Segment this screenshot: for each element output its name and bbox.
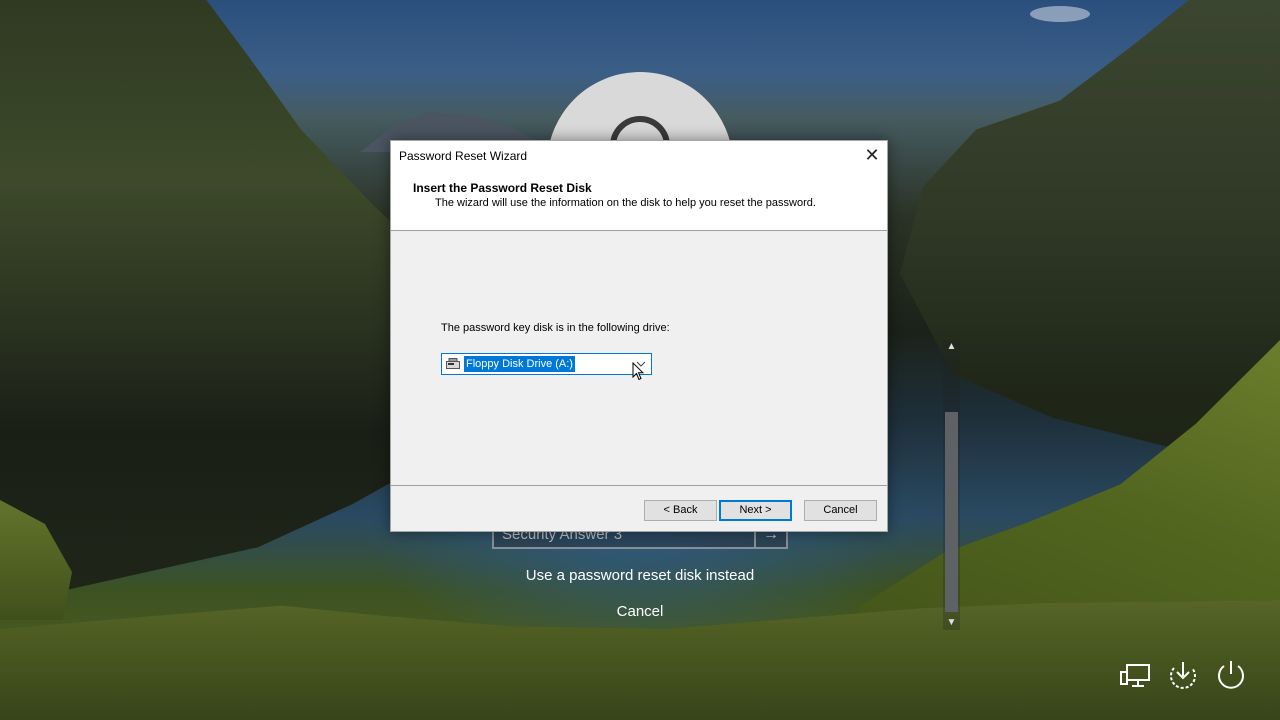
back-button[interactable]: < Back (644, 500, 717, 521)
wizard-footer: < Back Next > Cancel (391, 485, 887, 531)
login-scrollbar[interactable]: ▲ ▼ (943, 340, 960, 630)
reset-disk-link[interactable]: Use a password reset disk instead (0, 567, 1280, 584)
background-cloud (1030, 6, 1090, 22)
scroll-down-icon[interactable]: ▼ (943, 616, 960, 630)
password-reset-wizard-dialog: Password Reset Wizard ✕ Insert the Passw… (390, 140, 888, 532)
scroll-up-icon[interactable]: ▲ (943, 340, 960, 354)
drive-prompt: The password key disk is in the followin… (441, 322, 670, 334)
cancel-button[interactable]: Cancel (804, 500, 877, 521)
dialog-title: Password Reset Wizard (399, 149, 528, 163)
drive-select-value: Floppy Disk Drive (A:) (463, 355, 576, 373)
dialog-titlebar: Password Reset Wizard ✕ (391, 141, 887, 172)
login-cancel-link[interactable]: Cancel (0, 603, 1280, 620)
wizard-header: Insert the Password Reset Disk The wizar… (391, 172, 887, 231)
close-icon[interactable]: ✕ (857, 141, 887, 171)
scrollbar-thumb[interactable] (945, 412, 958, 612)
wizard-step-subtitle: The wizard will use the information on t… (435, 197, 816, 209)
mouse-cursor-icon (632, 362, 644, 381)
wizard-body: The password key disk is in the followin… (391, 231, 887, 486)
network-icon[interactable] (1119, 658, 1153, 692)
wizard-step-title: Insert the Password Reset Disk (413, 181, 592, 195)
floppy-drive-icon (446, 358, 460, 369)
drive-select[interactable]: Floppy Disk Drive (A:) (441, 353, 652, 375)
power-icon[interactable] (1214, 658, 1248, 692)
ease-of-access-icon[interactable] (1166, 658, 1200, 692)
next-button[interactable]: Next > (719, 500, 792, 521)
